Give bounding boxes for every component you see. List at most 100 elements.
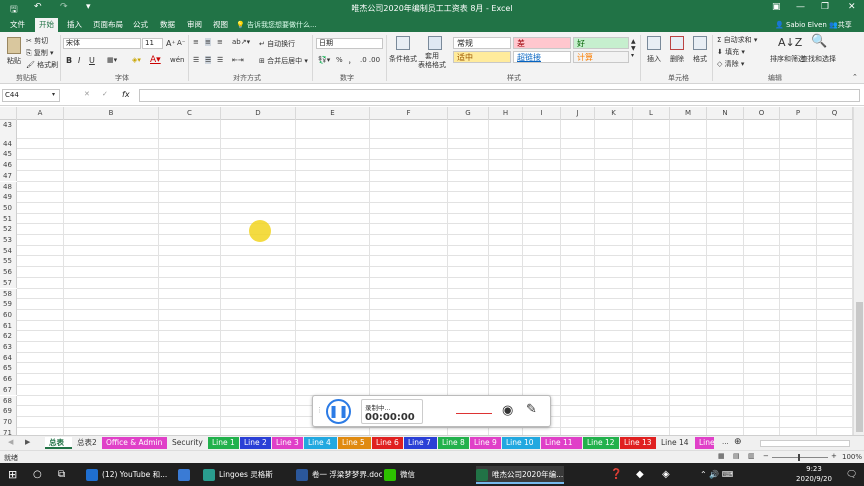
autosum-button[interactable]: Σ 自动求和 ▾ <box>717 35 757 45</box>
column-header[interactable]: I <box>523 107 561 120</box>
italic-button[interactable]: I <box>78 56 80 65</box>
align-center-icon[interactable]: ☰ <box>205 56 212 64</box>
cell-style-calculation[interactable]: 计算 <box>573 51 629 63</box>
format-painter-button[interactable]: 🖌 格式刷 <box>26 60 58 70</box>
name-box-dropdown-icon[interactable]: ▾ <box>52 91 55 98</box>
column-header[interactable]: J <box>561 107 595 120</box>
help-icon[interactable]: ❓ <box>610 466 622 484</box>
wrap-text-button[interactable]: ↵ 自动换行 <box>259 39 295 49</box>
column-header[interactable]: H <box>489 107 523 120</box>
decimal-icon[interactable]: .0 .00 <box>360 56 380 64</box>
notification-icon[interactable]: 🗨 <box>846 466 857 484</box>
zoom-slider[interactable] <box>772 457 828 458</box>
row-header[interactable]: 45 <box>0 149 17 161</box>
share-button[interactable]: 👥共享 <box>829 18 852 32</box>
insert-cells-icon[interactable] <box>647 36 661 50</box>
tab-review[interactable]: 审阅 <box>183 18 206 32</box>
sheet-tab[interactable]: Line 10 <box>502 437 540 449</box>
align-right-icon[interactable]: ☰ <box>217 56 223 64</box>
font-size-select[interactable]: 11 <box>142 38 163 49</box>
zoom-out-button[interactable]: − <box>763 452 769 460</box>
font-color-icon[interactable]: A▾ <box>150 55 161 65</box>
column-header[interactable]: M <box>670 107 707 120</box>
tab-insert[interactable]: 插入 <box>63 18 86 32</box>
insert-cells-button[interactable]: 插入 <box>647 54 661 64</box>
next-sheet-icon[interactable]: ▶ <box>25 438 30 446</box>
sheet-tab[interactable]: Line 2 <box>240 437 271 449</box>
align-top-icon[interactable]: ≡ <box>193 38 199 46</box>
percent-button[interactable]: % <box>336 56 343 64</box>
start-icon[interactable]: ⊞ <box>8 466 17 484</box>
number-format-select[interactable]: 日期 <box>316 38 383 49</box>
sheet-tab[interactable]: Line 11 <box>541 437 582 449</box>
row-header[interactable]: 62 <box>0 331 17 342</box>
sheet-tab[interactable]: 总表2 <box>73 437 101 449</box>
underline-button[interactable]: U <box>89 56 95 65</box>
cell-style-neutral[interactable]: 适中 <box>453 51 511 63</box>
cell-style-good[interactable]: 好 <box>573 37 629 49</box>
sort-filter-button[interactable]: 排序和筛选 <box>770 54 805 64</box>
currency-icon[interactable]: 💱▾ <box>318 56 330 64</box>
styles-scroll-icon[interactable]: ▲ ▼ ▾ <box>631 38 636 59</box>
taskbar-app[interactable]: (12) YouTube 和... <box>86 466 174 484</box>
row-header[interactable]: 52 <box>0 224 17 235</box>
row-header[interactable]: 51 <box>0 213 17 225</box>
row-header[interactable]: 67 <box>0 384 17 396</box>
row-header[interactable]: 48 <box>0 181 17 193</box>
horizontal-scrollbar[interactable] <box>760 440 850 447</box>
more-sheets[interactable]: ... <box>722 438 729 446</box>
taskbar-app[interactable] <box>178 466 198 484</box>
row-header[interactable]: 65 <box>0 363 17 375</box>
column-header[interactable]: O <box>744 107 780 120</box>
paste-icon[interactable] <box>7 37 21 54</box>
row-header[interactable]: 54 <box>0 245 17 257</box>
row-header[interactable]: 53 <box>0 235 17 246</box>
taskbar-app[interactable]: Lingoes 灵格斯 <box>203 466 291 484</box>
system-tray-icons[interactable]: ⌃ 🔊 ⌨ <box>700 466 733 484</box>
row-header[interactable]: 57 <box>0 277 17 289</box>
tab-formulas[interactable]: 公式 <box>129 18 152 32</box>
restore-button[interactable]: ❐ <box>821 2 829 12</box>
sheet-tab[interactable]: Line 14 <box>657 437 694 449</box>
indent-icon[interactable]: ⇤⇥ <box>232 56 244 64</box>
minimize-button[interactable]: — <box>796 2 805 12</box>
tab-data[interactable]: 数据 <box>156 18 179 32</box>
worksheet-grid[interactable]: ABCDEFGHIJKLMNOPQ 43 44 45 46 47 48 49 50 51 52 53… <box>0 107 853 435</box>
copy-button[interactable]: ⎘ 复制 ▾ <box>26 48 54 58</box>
taskbar-app[interactable]: 微信 <box>384 466 472 484</box>
sheet-tab[interactable]: 总表 <box>45 437 72 449</box>
sheet-tab[interactable]: Line 13 <box>620 437 656 449</box>
format-as-table-button[interactable]: 套用 表格格式 <box>418 52 446 70</box>
task-view-icon[interactable]: ⧉ <box>58 466 65 484</box>
align-middle-icon[interactable]: ≡ <box>205 38 211 46</box>
row-header[interactable]: 46 <box>0 160 17 171</box>
row-header[interactable]: 56 <box>0 267 17 278</box>
column-header[interactable]: A <box>17 107 64 120</box>
delete-cells-button[interactable]: 删除 <box>670 54 684 64</box>
merge-center-button[interactable]: ⊞ 合并后居中 ▾ <box>259 56 308 66</box>
row-header[interactable]: 71 <box>0 427 17 435</box>
row-header[interactable]: 68 <box>0 395 17 407</box>
row-header[interactable]: 44 <box>0 138 17 150</box>
sheet-tab[interactable]: Line 5 <box>338 437 371 449</box>
tab-home[interactable]: 开始 <box>35 18 58 32</box>
sheet-tab[interactable]: Security <box>168 437 207 449</box>
cell-style-bad[interactable]: 差 <box>513 37 571 49</box>
page-break-view-icon[interactable]: ▥ <box>748 452 755 460</box>
enter-icon[interactable]: ✓ <box>102 90 108 98</box>
column-header[interactable]: G <box>448 107 489 120</box>
cancel-icon[interactable]: ✕ <box>84 90 90 98</box>
prev-sheet-icon[interactable]: ◀ <box>8 438 13 446</box>
app-tray-icon[interactable]: ◆ <box>636 466 644 484</box>
sheet-tab[interactable]: Line 4 <box>304 437 337 449</box>
align-left-icon[interactable]: ☰ <box>193 56 199 64</box>
format-cells-button[interactable]: 格式 <box>693 54 707 64</box>
column-header[interactable]: C <box>159 107 221 120</box>
app-tray-icon-2[interactable]: ◈ <box>662 466 670 484</box>
row-header[interactable]: 55 <box>0 256 17 268</box>
row-header[interactable]: 49 <box>0 192 17 203</box>
grow-font-button[interactable]: A⁺ <box>166 39 176 48</box>
tell-me-box[interactable]: 💡 告诉我您想要做什么... <box>236 18 317 32</box>
fill-color-icon[interactable]: ◈▾ <box>132 56 141 64</box>
formula-input[interactable] <box>139 89 860 102</box>
